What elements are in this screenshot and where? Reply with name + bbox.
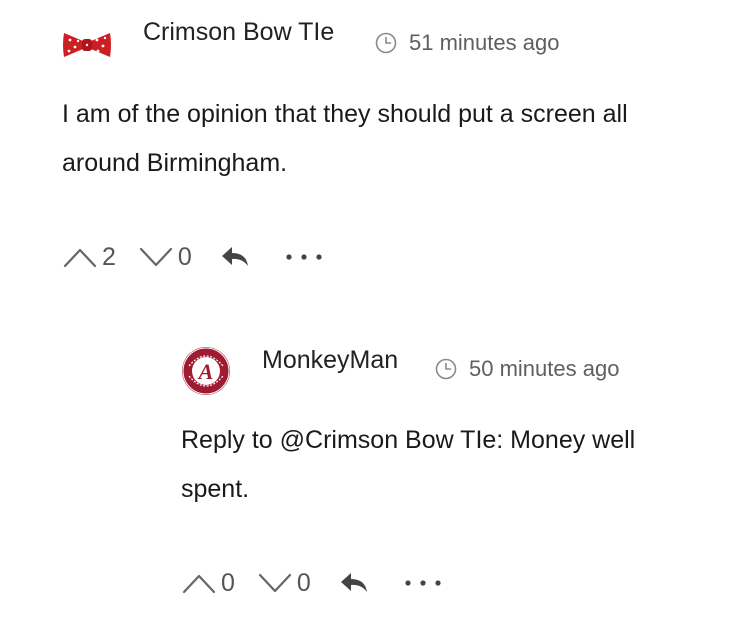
downvote-count: 0 bbox=[177, 242, 192, 271]
reply-button[interactable] bbox=[339, 571, 369, 595]
timestamp: 51 minutes ago bbox=[375, 30, 559, 56]
alabama-crimson-tide-logo: A bbox=[182, 347, 230, 395]
downvote-count: 0 bbox=[296, 568, 311, 597]
comment-actions: 0 0 bbox=[181, 568, 443, 598]
svg-text:A: A bbox=[197, 359, 214, 384]
comment-text: Reply to @Crimson Bow TIe: Money well sp… bbox=[181, 426, 636, 503]
chevron-down-icon bbox=[258, 573, 292, 593]
downvote-button[interactable]: 0 bbox=[138, 243, 192, 272]
username[interactable]: Crimson Bow TIe bbox=[143, 18, 334, 47]
timestamp-text: 51 minutes ago bbox=[409, 30, 560, 55]
comment-actions: 2 0 bbox=[62, 242, 324, 272]
chevron-down-icon bbox=[139, 247, 173, 267]
timestamp-text: 50 minutes ago bbox=[469, 356, 620, 381]
bow-tie-icon bbox=[63, 33, 111, 57]
timestamp: 50 minutes ago bbox=[435, 356, 619, 382]
clock-icon bbox=[375, 32, 397, 54]
upvote-count: 2 bbox=[102, 242, 116, 271]
avatar[interactable]: A bbox=[181, 346, 231, 396]
more-icon bbox=[405, 580, 441, 586]
username[interactable]: MonkeyMan bbox=[262, 346, 398, 375]
more-options-button[interactable] bbox=[403, 578, 443, 588]
reply-button[interactable] bbox=[220, 245, 250, 269]
comment: Crimson Bow TIe 51 minutes ago I am of t… bbox=[0, 0, 750, 290]
upvote-button[interactable]: 2 bbox=[62, 243, 116, 272]
clock-icon bbox=[435, 358, 457, 380]
upvote-button[interactable]: 0 bbox=[181, 569, 235, 598]
comment-text: I am of the opinion that they should put… bbox=[62, 100, 628, 177]
chevron-up-icon bbox=[182, 574, 216, 594]
downvote-button[interactable]: 0 bbox=[257, 569, 311, 598]
more-icon bbox=[286, 254, 322, 260]
upvote-count: 0 bbox=[221, 568, 235, 597]
comment-reply: A MonkeyMan 50 minutes ago Reply to @Cri… bbox=[0, 330, 750, 630]
reply-icon bbox=[340, 573, 367, 592]
avatar[interactable] bbox=[62, 30, 112, 60]
chevron-up-icon bbox=[63, 248, 97, 268]
reply-icon bbox=[221, 247, 248, 266]
more-options-button[interactable] bbox=[284, 252, 324, 262]
